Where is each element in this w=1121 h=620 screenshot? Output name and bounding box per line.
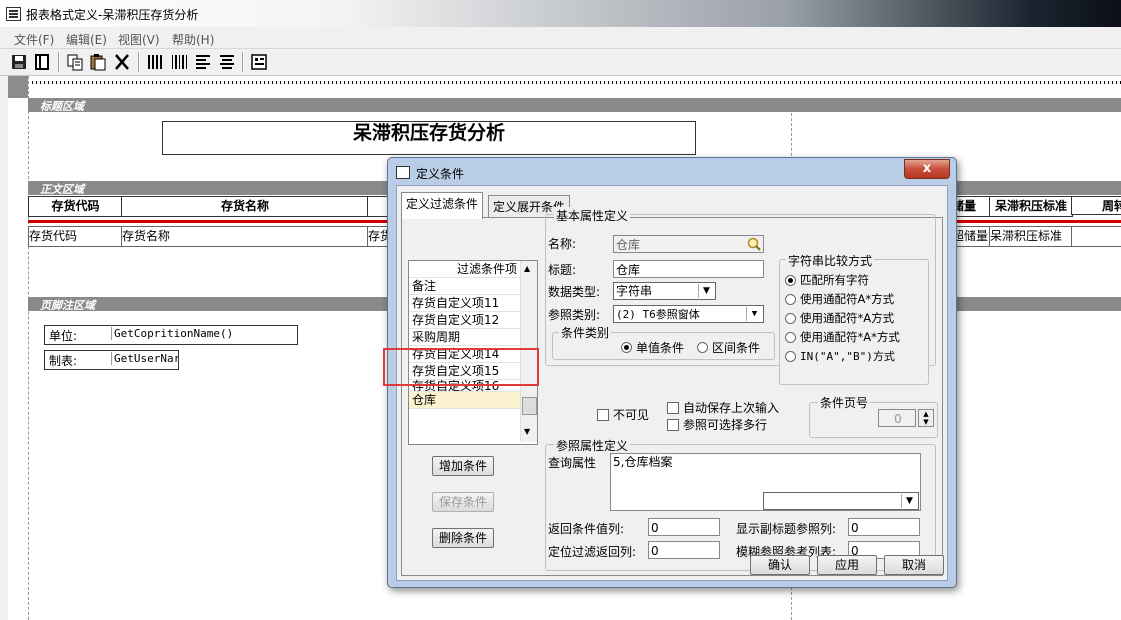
paste-icon[interactable] [89, 53, 107, 71]
col-header-turnover[interactable]: 周转 [1071, 196, 1121, 215]
cell-code[interactable]: 存货代码 [28, 226, 123, 247]
compare-option-radio[interactable] [785, 313, 796, 324]
menu-file[interactable]: 文件(F) [14, 31, 54, 48]
query-property-select[interactable]: ▼ [763, 492, 919, 510]
properties-icon[interactable] [250, 53, 268, 71]
compare-option-radio[interactable] [785, 332, 796, 343]
autosave-checkbox[interactable] [667, 402, 679, 414]
page-spinner[interactable]: ▲ ▼ [918, 409, 934, 427]
tab-panel: 过滤条件项 备注 存货自定义项11 存货自定义项12 采购周期 存货自定义项14… [401, 207, 943, 576]
columns-icon[interactable] [146, 53, 164, 71]
cell-name[interactable]: 存货名称 [121, 226, 369, 247]
compare-option-radio[interactable] [785, 275, 796, 286]
page-setup-icon[interactable] [33, 53, 51, 71]
page-number-input[interactable]: 0 [878, 409, 916, 427]
window-title: 报表格式定义-呆滞积压存货分析 [26, 8, 199, 22]
return-column-input[interactable]: 0 [648, 518, 720, 536]
single-value-radio[interactable] [621, 342, 632, 353]
top-ruler [28, 76, 1121, 88]
menu-help[interactable]: 帮助(H) [172, 31, 214, 48]
tab-filter-conditions[interactable]: 定义过滤条件 [401, 192, 484, 219]
add-condition-button[interactable]: 增加条件 [432, 456, 494, 476]
apply-button[interactable]: 应用 [817, 555, 877, 575]
multiselect-checkbox[interactable] [667, 419, 679, 431]
unit-field[interactable]: 单位: GetCopritionName() [44, 325, 298, 345]
window-titlebar: 报表格式定义-呆滞积压存货分析 [0, 0, 1121, 27]
col-header-code[interactable]: 存货代码 [28, 196, 123, 217]
app-icon [6, 7, 21, 21]
cell-turnover[interactable] [1071, 226, 1121, 247]
menu-view[interactable]: 视图(V) [118, 31, 160, 48]
menu-bar: 文件(F) 编辑(E) 视图(V) 帮助(H) [0, 28, 1121, 49]
compare-option-radio[interactable] [785, 351, 796, 362]
reference-properties-group: 参照属性定义 查询属性 5,仓库档案 ▼ 返回条件值列: 0 显示副标题参照列:… [545, 437, 936, 571]
scroll-up-icon[interactable]: ▲ [524, 264, 530, 273]
list-item[interactable]: 备注 [409, 278, 521, 295]
list-item[interactable]: 存货自定义项11 [409, 295, 521, 312]
invisible-checkbox[interactable] [597, 409, 609, 421]
delete-condition-button[interactable]: 删除条件 [432, 528, 494, 548]
maker-field[interactable]: 制表: GetUserNar [44, 350, 179, 370]
scroll-down-icon[interactable]: ▼ [524, 427, 530, 436]
condition-type-group: 条件类别 单值条件 区间条件 [552, 324, 775, 360]
title-band: 标题区域 [28, 98, 1121, 113]
close-button[interactable]: x [904, 159, 950, 179]
compare-option-radio[interactable] [785, 294, 796, 305]
list-header: 过滤条件项 [409, 261, 521, 278]
cell-overstock[interactable]: 超储量 [951, 226, 991, 247]
cancel-button[interactable]: 取消 [884, 555, 944, 575]
title-field[interactable]: 仓库 [613, 260, 764, 278]
cut-icon[interactable] [113, 53, 131, 71]
page-number-group: 条件页号 0 ▲ ▼ [809, 394, 938, 438]
list-item[interactable]: 存货自定义项12 [409, 312, 521, 329]
string-compare-group: 字符串比较方式 匹配所有字符 使用通配符A*方式 使用通配符*A方式 使用通配符… [779, 252, 929, 385]
list-item[interactable]: 采购周期 [409, 329, 521, 346]
toolbar [0, 49, 1121, 76]
columns-alt-icon[interactable] [170, 53, 188, 71]
range-radio[interactable] [697, 342, 708, 353]
locate-column-input[interactable]: 0 [648, 541, 720, 559]
chevron-down-icon: ▼ [698, 284, 714, 298]
datatype-select[interactable]: 字符串 ▼ [613, 282, 716, 300]
list-item-selected[interactable]: 仓库 [409, 392, 521, 409]
align-justify-icon[interactable] [218, 53, 236, 71]
copy-icon[interactable] [66, 53, 84, 71]
align-left-icon[interactable] [194, 53, 212, 71]
name-field[interactable]: 仓库 [613, 235, 764, 253]
report-title: 呆滞积压存货分析 [352, 122, 505, 144]
col-header-storage[interactable]: 储量 [951, 196, 991, 217]
save-icon[interactable] [10, 53, 28, 71]
chevron-down-icon: ▼ [901, 494, 917, 508]
dialog-title: 定义条件 [416, 167, 465, 181]
subtitle-column-input[interactable]: 0 [848, 518, 920, 536]
col-header-standard[interactable]: 呆滞积压标准 [989, 196, 1073, 217]
search-icon[interactable] [746, 236, 762, 252]
reftype-select[interactable]: (2) T6参照窗体 ▼ [613, 305, 764, 323]
save-condition-button[interactable]: 保存条件 [432, 492, 494, 512]
scroll-thumb[interactable] [522, 397, 537, 415]
menu-edit[interactable]: 编辑(E) [66, 31, 107, 48]
left-ruler [8, 76, 29, 620]
cell-standard[interactable]: 呆滞积压标准 [989, 226, 1073, 247]
query-property-field[interactable]: 5,仓库档案 ▼ [610, 453, 921, 511]
report-title-box[interactable]: 呆滞积压存货分析 [162, 121, 696, 155]
highlight-box [383, 348, 539, 386]
chevron-down-icon: ▼ [746, 307, 762, 321]
dialog-icon [396, 166, 410, 179]
col-header-name[interactable]: 存货名称 [121, 196, 369, 217]
confirm-button[interactable]: 确认 [750, 555, 810, 575]
